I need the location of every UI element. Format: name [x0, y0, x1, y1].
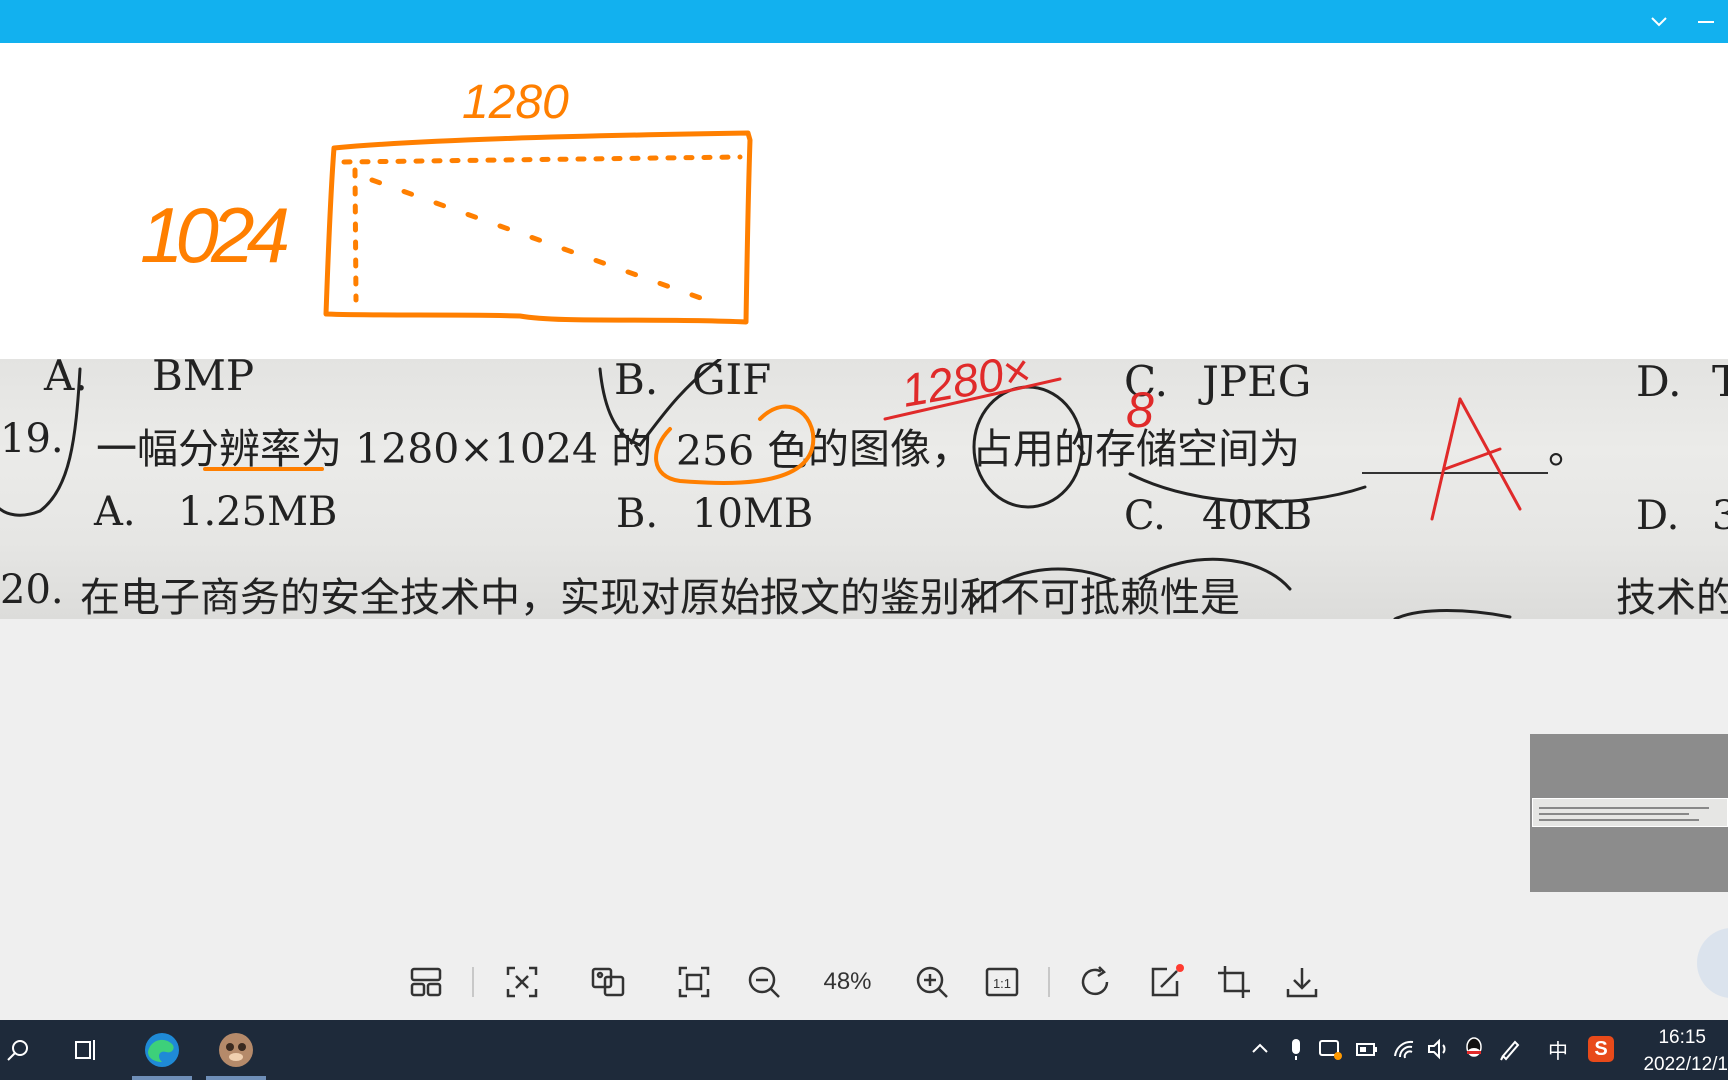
battery-icon[interactable]: [1352, 1034, 1380, 1064]
red-ink-digit: 8: [1126, 382, 1154, 438]
photo-app-active-indicator: [206, 1076, 266, 1080]
clock-date: 2022/12/1: [1643, 1054, 1728, 1075]
actual-size-label: 1:1: [993, 976, 1011, 991]
screen-share-icon[interactable]: [1316, 1034, 1344, 1064]
ime-indicator[interactable]: 中: [1544, 1034, 1572, 1064]
qq-icon[interactable]: [1460, 1034, 1488, 1064]
edit-icon[interactable]: [1144, 960, 1188, 1004]
search-icon[interactable]: [0, 1028, 36, 1072]
zoom-out-icon[interactable]: [742, 960, 786, 1004]
microphone-icon[interactable]: [1282, 1034, 1310, 1064]
annotation-height-label: 1024: [140, 191, 290, 279]
edge-active-indicator: [132, 1076, 192, 1080]
fullscreen-icon[interactable]: [672, 960, 716, 1004]
system-clock[interactable]: 16:15 2022/12/1: [1620, 1024, 1728, 1078]
annotation-width-label: 1280: [462, 76, 569, 129]
pen-icon[interactable]: [1496, 1034, 1524, 1064]
crop-icon[interactable]: [1212, 960, 1256, 1004]
minimap-navigator[interactable]: [1530, 734, 1728, 892]
edge-browser-icon[interactable]: [134, 1028, 190, 1072]
toolbar-separator: [1048, 967, 1050, 997]
zoom-level: 48%: [823, 968, 872, 995]
orange-annotation-drawing: 1280 1024: [140, 76, 753, 325]
minimap-viewport[interactable]: [1532, 798, 1728, 827]
ink-over-photo: 1280× 8 A: [0, 359, 1522, 619]
chevron-up-icon[interactable]: [1246, 1034, 1274, 1064]
image-compare-icon[interactable]: [586, 960, 630, 1004]
zoom-in-icon[interactable]: [910, 960, 954, 1004]
clock-time: 16:15: [1658, 1027, 1706, 1048]
volume-icon[interactable]: [1424, 1034, 1452, 1064]
wifi-icon[interactable]: [1390, 1034, 1418, 1064]
photo-strip: A. BMP B. GIF C. JPEG D. T 19. 一幅分辨率为 12…: [0, 359, 1728, 619]
download-icon[interactable]: [1280, 960, 1324, 1004]
actual-size-icon[interactable]: 1:1: [980, 960, 1024, 1004]
rotate-icon[interactable]: [1074, 960, 1118, 1004]
sogou-input-icon[interactable]: S: [1588, 1036, 1614, 1062]
task-view-icon[interactable]: [64, 1028, 108, 1072]
red-ink-scribble: 1280×: [898, 359, 1034, 417]
toolbar-separator: [472, 967, 474, 997]
photo-app-icon[interactable]: [208, 1028, 264, 1072]
layout-icon[interactable]: [404, 960, 448, 1004]
fit-screen-icon[interactable]: [500, 960, 544, 1004]
